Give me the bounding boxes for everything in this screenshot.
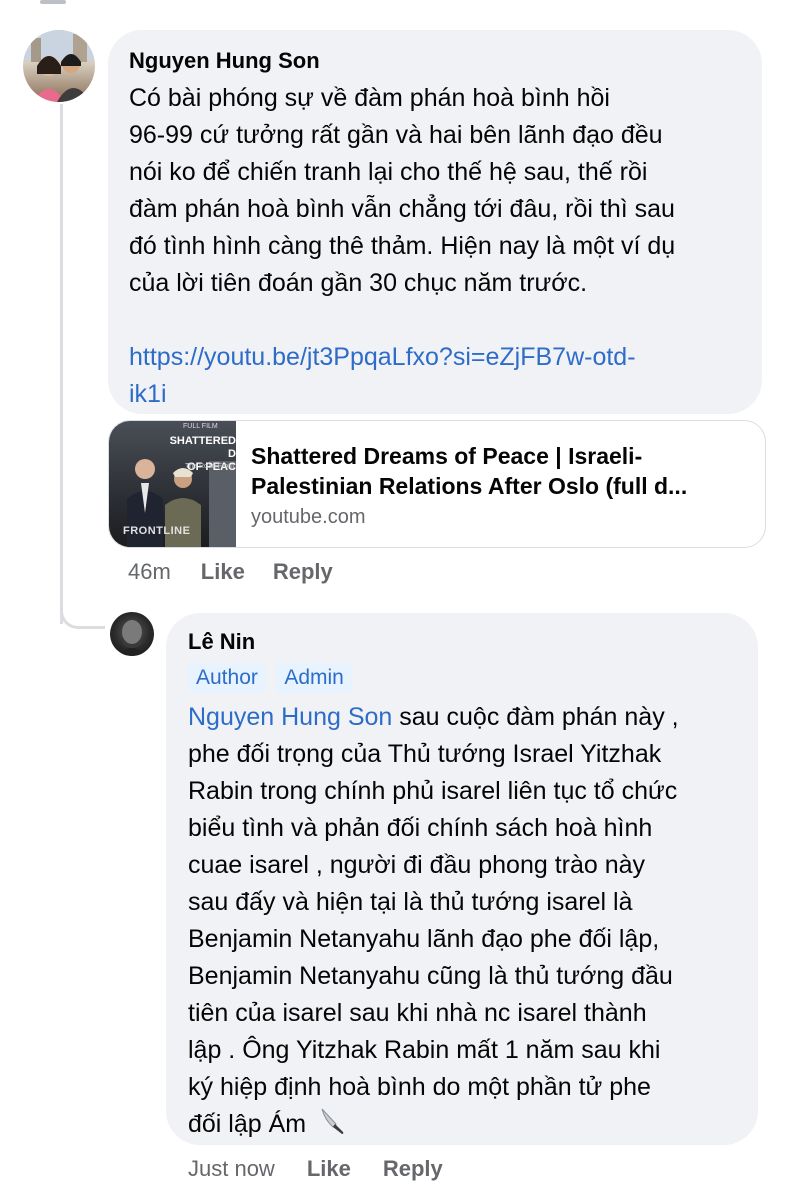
comment-line: của lời tiên đoán gần 30 chục năm trước.	[129, 269, 588, 297]
youtube-link[interactable]: https://youtu.be/jt3PpqaLfxo?si=eZjFB7w-…	[129, 339, 742, 413]
comment-line: đàm phán hoà bình vẫn chẳng tới đâu, rồi…	[129, 195, 675, 223]
reply-button[interactable]: Reply	[273, 559, 333, 585]
thumbnail-top-label: FULL FILM	[183, 423, 218, 430]
reply-button[interactable]: Reply	[383, 1156, 443, 1182]
link-preview-card[interactable]: FULL FILM SHATTERED D OF PEAC The Road F…	[108, 420, 766, 548]
reply-author[interactable]: Lê Nin	[188, 627, 738, 657]
like-button[interactable]: Like	[201, 559, 245, 585]
like-button[interactable]: Like	[307, 1156, 351, 1182]
thread-line-vertical	[60, 104, 63, 624]
comment-text: Có bài phóng sự về đàm phán hoà bình hồi…	[129, 80, 742, 413]
reply-line: phe đối trọng của Thủ tướng Israel Yitzh…	[188, 740, 662, 768]
avatar[interactable]	[23, 30, 95, 102]
comment-actions: 46m Like Reply	[128, 558, 333, 586]
author-badge: Author	[188, 663, 266, 693]
link-preview-title[interactable]: Shattered Dreams of Peace | Israeli- Pal…	[251, 441, 751, 501]
youtube-link-line[interactable]: https://youtu.be/jt3PpqaLfxo?si=eZjFB7w-…	[129, 339, 742, 376]
reply-line: lập . Ông Yitzhak Rabin mất 1 năm sau kh…	[188, 1036, 661, 1064]
link-preview-info: Shattered Dreams of Peace | Israeli- Pal…	[251, 441, 751, 529]
reply-line: Benjamin Netanyahu cũng là thủ tướng đầu	[188, 962, 673, 990]
avatar-photo-icon	[23, 30, 95, 102]
reply-line: Benjamin Netanyahu lãnh đạo phe đối lập,	[188, 925, 660, 953]
comment-line: nói ko để chiến tranh lại cho thế hệ sau…	[129, 158, 648, 186]
comment-bubble: Nguyen Hung Son Có bài phóng sự về đàm p…	[108, 30, 762, 414]
reply-actions: Just now Like Reply	[188, 1155, 443, 1183]
link-preview-thumbnail: FULL FILM SHATTERED D OF PEAC The Road F…	[109, 421, 236, 547]
reply-text: Nguyen Hung Son sau cuộc đàm phán này , …	[188, 699, 738, 1143]
reply-bubble: Lê Nin Author Admin Nguyen Hung Son sau …	[166, 613, 758, 1145]
thread-line-curve	[60, 590, 105, 629]
reply-line: sau đấy và hiện tại là thủ tướng isarel …	[188, 888, 633, 916]
knife-emoji-icon	[321, 1108, 344, 1134]
reply-line: đối lập Ám	[188, 1106, 738, 1143]
link-preview-domain: youtube.com	[251, 506, 366, 528]
reply-line: ký hiệp định hoà bình do một phần tử phe	[188, 1073, 651, 1101]
avatar-portrait-icon	[116, 620, 148, 656]
admin-badge: Admin	[276, 663, 352, 693]
reply-line: Rabin trong chính phủ isarel liên tục tổ…	[188, 777, 678, 805]
author-badges: Author Admin	[188, 663, 738, 693]
avatar[interactable]	[110, 612, 154, 656]
top-partial-indicator	[40, 0, 66, 4]
comment-line: đó tình hình càng thê thảm. Hiện nay là …	[129, 232, 676, 260]
reply-line: cuae isarel , người đi đầu phong trào nà…	[188, 851, 646, 879]
reply-timestamp[interactable]: Just now	[188, 1156, 275, 1182]
reply-line: Nguyen Hung Son sau cuộc đàm phán này ,	[188, 699, 738, 736]
youtube-link-line[interactable]: ik1i	[129, 376, 742, 413]
reply-line: biểu tình và phản đối chính sách hoà hìn…	[188, 814, 653, 842]
link-preview-title-line[interactable]: Palestinian Relations After Oslo (full d…	[251, 471, 751, 501]
link-preview-title-line[interactable]: Shattered Dreams of Peace | Israeli-	[251, 441, 751, 471]
reply-line-text: sau cuộc đàm phán này ,	[392, 703, 679, 731]
reply-line-text: đối lập Ám	[188, 1110, 307, 1138]
thumbnail-subtitle: The Road From	[185, 463, 235, 470]
comment-line: 96-99 cứ tưởng rất gần và hai bên lãnh đ…	[129, 121, 663, 149]
thumbnail-brand: FRONTLINE	[123, 525, 191, 537]
thumbnail-title-line: SHATTERED D	[169, 435, 236, 460]
comment-author[interactable]: Nguyen Hung Son	[129, 46, 742, 76]
comment-line: Có bài phóng sự về đàm phán hoà bình hồi	[129, 84, 610, 112]
comment-timestamp[interactable]: 46m	[128, 559, 171, 585]
mention-link[interactable]: Nguyen Hung Son	[188, 703, 392, 731]
reply-line: tiên của isarel sau khi nhà nc isarel th…	[188, 999, 647, 1027]
